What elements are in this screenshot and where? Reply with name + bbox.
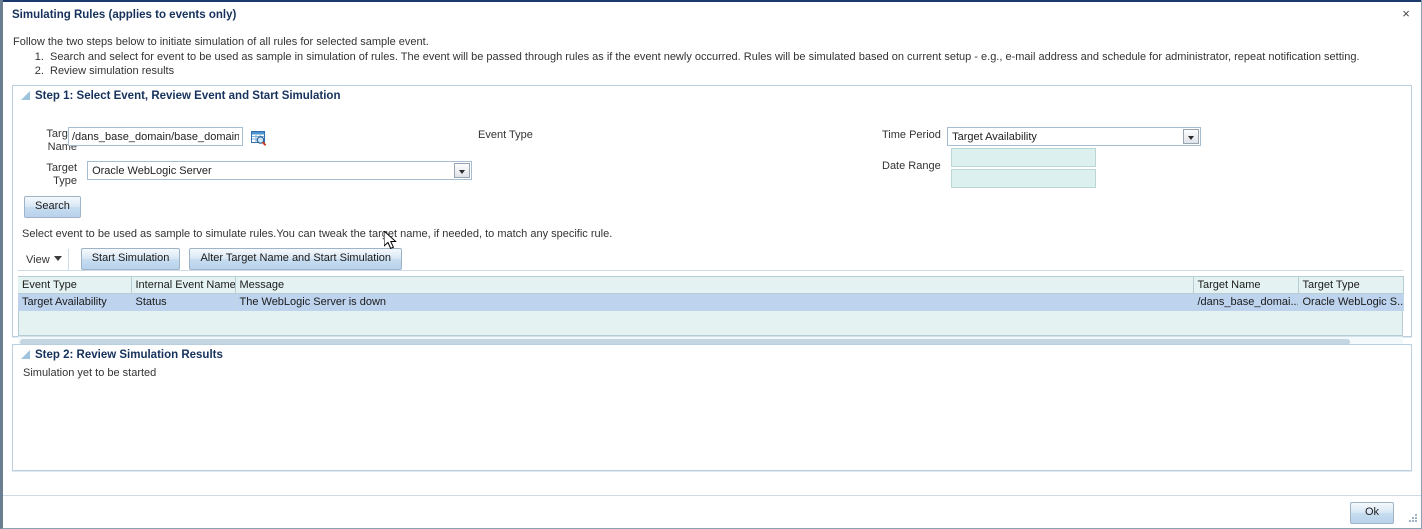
target-name-input[interactable]: [68, 127, 243, 146]
intro-lead: Follow the two steps below to initiate s…: [13, 36, 429, 48]
page-title: Simulating Rules (applies to events only…: [12, 9, 237, 21]
events-grid: Event Type Internal Event Name Message T…: [18, 276, 1404, 311]
step1-body: Target Name Target Type: [13, 104, 1411, 347]
dialog-header: Simulating Rules (applies to events only…: [3, 0, 1421, 30]
ok-button[interactable]: Ok: [1349, 502, 1394, 524]
dialog-footer: Ok: [3, 495, 1421, 528]
column-header-event-type[interactable]: Event Type: [18, 276, 132, 294]
date-range-from-input[interactable]: [951, 148, 1096, 167]
cell-message: The WebLogic Server is down: [235, 293, 1194, 311]
time-period-label: Time Period: [882, 129, 941, 141]
intro-text: Follow the two steps below to initiate s…: [3, 30, 1421, 78]
date-range-to-input[interactable]: [951, 169, 1096, 188]
step1-title: Step 1: Select Event, Review Event and S…: [35, 90, 341, 102]
simulating-rules-dialog: Simulating Rules (applies to events only…: [0, 0, 1422, 529]
search-button[interactable]: Search: [24, 196, 81, 218]
event-type-label: Event Type: [478, 129, 533, 141]
event-type-select[interactable]: Target Availability: [947, 127, 1202, 146]
disclosure-triangle-icon[interactable]: [21, 91, 30, 100]
table-empty-area: [18, 310, 1403, 336]
intro-step-2: Review simulation results: [47, 64, 1411, 78]
column-header-target-name[interactable]: Target Name: [1193, 276, 1299, 294]
column-header-target-type[interactable]: Target Type: [1298, 276, 1404, 294]
table-row[interactable]: Target Availability Status The WebLogic …: [18, 293, 1404, 311]
column-header-internal-event-name[interactable]: Internal Event Name: [131, 276, 236, 294]
table-toolbar: View Start Simulation Alter Target Name …: [18, 248, 1403, 271]
cell-target-type: Oracle WebLogic S...: [1298, 293, 1404, 311]
step1-header[interactable]: Step 1: Select Event, Review Event and S…: [13, 86, 1411, 104]
column-header-message[interactable]: Message: [235, 276, 1194, 294]
view-menu-button[interactable]: View: [18, 249, 69, 271]
step2-title: Step 2: Review Simulation Results: [35, 349, 223, 361]
chevron-down-icon[interactable]: [454, 163, 471, 178]
cell-target-name: /dans_base_domai...: [1193, 293, 1299, 311]
cell-internal-event-name: Status: [131, 293, 236, 311]
step2-note: Simulation yet to be started: [23, 367, 157, 379]
events-table: Event Type Internal Event Name Message T…: [18, 276, 1404, 347]
step2-header[interactable]: Step 2: Review Simulation Results: [13, 345, 1411, 363]
date-range-label: Date Range: [882, 160, 941, 172]
intro-steps-list: Search and select for event to be used a…: [13, 50, 1411, 78]
chevron-down-icon[interactable]: [1183, 129, 1200, 144]
step1-panel: Step 1: Select Event, Review Event and S…: [12, 85, 1412, 347]
view-menu-label: View: [26, 254, 50, 266]
target-type-value: Oracle WebLogic Server: [92, 165, 212, 177]
event-type-value: Target Availability: [952, 131, 1037, 143]
cell-event-type: Target Availability: [18, 293, 132, 311]
table-header-row: Event Type Internal Event Name Message T…: [18, 276, 1404, 294]
helper-text: Select event to be used as sample to sim…: [22, 228, 613, 240]
intro-step-1: Search and select for event to be used a…: [47, 50, 1411, 64]
target-type-select[interactable]: Oracle WebLogic Server: [87, 161, 473, 180]
search-lov-icon[interactable]: [251, 131, 267, 146]
disclosure-triangle-icon[interactable]: [21, 350, 30, 359]
start-simulation-button[interactable]: Start Simulation: [80, 248, 181, 270]
step2-panel: Step 2: Review Simulation Results Simula…: [12, 344, 1412, 471]
caret-down-icon: [53, 256, 62, 261]
resize-grip-icon[interactable]: [1406, 513, 1418, 525]
target-type-label: Target Type: [46, 162, 77, 187]
close-icon[interactable]: ×: [1398, 6, 1414, 22]
alter-target-name-button[interactable]: Alter Target Name and Start Simulation: [189, 248, 402, 270]
